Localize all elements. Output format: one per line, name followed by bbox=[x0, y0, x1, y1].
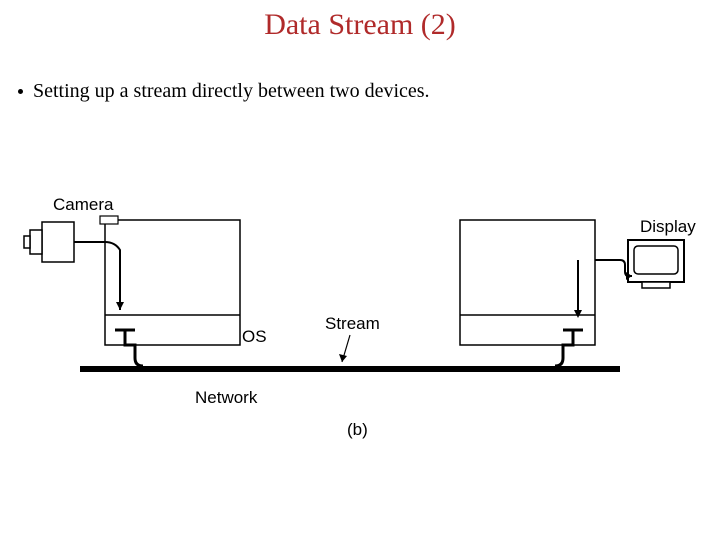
bullet-dot-icon bbox=[18, 89, 23, 94]
stream-arrowhead-icon bbox=[339, 354, 347, 362]
slide-title: Data Stream (2) bbox=[0, 8, 720, 42]
display-icon bbox=[628, 240, 684, 288]
camera-icon bbox=[24, 222, 74, 262]
right-host-box bbox=[460, 220, 595, 345]
camera-port bbox=[100, 216, 118, 224]
bullet-text: Setting up a stream directly between two… bbox=[33, 80, 430, 102]
left-host-box bbox=[105, 220, 240, 345]
bullet-item: Setting up a stream directly between two… bbox=[18, 80, 430, 103]
diagram-svg bbox=[20, 160, 700, 460]
network-backbone bbox=[80, 366, 620, 372]
